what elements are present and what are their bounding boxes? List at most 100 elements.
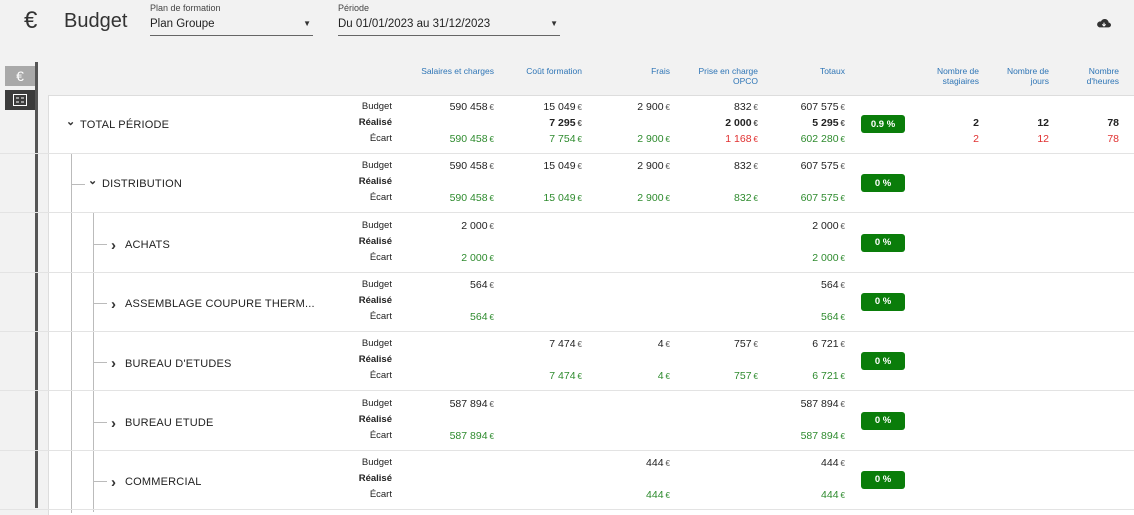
chevron-right-icon[interactable]: › [111,415,125,432]
cell-budget-4: 607 575 € [801,101,845,117]
chevron-down-icon[interactable]: ⌄ [66,115,80,128]
col-salaires: Salaires et charges [421,66,494,76]
period-select[interactable]: Période Du 01/01/2023 au 31/12/2023 ▼ [338,3,560,36]
cell-value: 590 458 [449,160,488,173]
cell-ecart-0: 2 000 € [461,252,494,268]
row-label[interactable]: › BUREAU ETUDE [111,415,214,432]
cell-value: 444 [646,456,664,469]
chevron-right-icon[interactable]: › [111,355,125,372]
cell-budget-3: 757 € [734,338,758,354]
cell-value: 2 000 [812,251,839,264]
col-heures: Nombre d'heures [1086,66,1119,86]
row-label[interactable]: › ASSEMBLAGE COUPURE THERM... [111,296,315,313]
row-label-text: ASSEMBLAGE COUPURE THERM... [125,298,315,311]
currency-unit: € [840,372,845,382]
cell-budget-2: 444 € [646,457,670,473]
cell-realise-3: 2 000 € [725,117,758,133]
percent-badge: 0 % [861,470,905,489]
sub-label-ecart: Écart [369,251,392,263]
cell-value: 564 [821,278,839,291]
tree-branch [93,362,107,364]
row-label[interactable]: › BUREAU D'ETUDES [111,355,232,372]
cell-ecart-1: 7 754 € [549,133,582,149]
currency-unit: € [665,135,670,144]
currency-unit: € [577,340,582,350]
sub-label-ecart: Écart [369,370,392,382]
chevron-down-icon[interactable]: ⌄ [88,174,102,187]
row-label-text: BUREAU D'ETUDES [125,357,232,370]
currency-unit: € [489,253,494,263]
row-label[interactable]: ⌄ TOTAL PÉRIODE [66,115,169,131]
cell-value: 7 474 [549,370,576,383]
col-opco: Prise en charge OPCO [698,66,758,86]
sub-label-budget: Budget [361,101,392,112]
cell-ecart-2: 444 € [646,489,670,505]
cell-value: 6 721 [812,370,839,383]
sub-label-realise: Réalisé [358,354,392,366]
cell-value: 2 900 [637,192,664,205]
col-cout-formation: Coût formation [526,66,582,76]
cell-value: 564 [470,310,488,323]
currency-unit: € [489,431,494,441]
percent-badge: 0 % [861,411,905,430]
period-value[interactable]: Du 01/01/2023 au 31/12/2023 ▼ [338,16,560,36]
currency-unit: € [665,458,670,468]
cell-value: 602 280 [800,133,839,145]
currency-unit: € [753,162,758,172]
cell-ecart-3: 1 168 € [725,133,758,149]
cell-value: 590 458 [449,133,488,145]
row-label[interactable]: › COMMERCIAL [111,474,202,491]
row-label[interactable]: › ACHATS [111,237,170,254]
cell-budget-4: 6 721 € [812,338,845,354]
cloud-download-icon[interactable] [1096,17,1112,31]
cell-value: 15 049 [543,101,576,113]
cell-ecart-4: 602 280 € [801,133,845,149]
currency-unit: € [489,135,494,144]
count-realise-2: 78 [1107,117,1119,129]
percent-badge: 0 % [861,352,905,371]
cell-value: 7 754 [549,133,576,145]
cell-value: 4 [657,338,664,351]
chevron-right-icon[interactable]: › [111,474,125,491]
currency-unit: € [840,431,845,441]
row-label-text: BUREAU ETUDE [125,417,214,429]
cell-value: 1 168 [725,133,752,145]
count-realise-1: 12 [1037,117,1049,129]
cell-value: 587 894 [449,429,488,442]
chevron-right-icon[interactable]: › [111,296,125,313]
row-label-text: DISTRIBUTION [102,177,183,190]
sub-label-realise: Réalisé [358,472,392,484]
cell-ecart-0: 590 458 € [450,192,494,208]
cell-value: 587 894 [449,397,488,410]
cell-value: 15 049 [543,160,576,173]
currency-unit: € [489,103,494,112]
plan-select[interactable]: Plan de formation Plan Groupe ▼ [150,3,313,36]
currency-unit: € [665,162,670,172]
row-label[interactable]: ⌄ DISTRIBUTION [88,174,183,190]
plan-value[interactable]: Plan Groupe ▼ [150,16,313,36]
cell-budget-0: 2 000 € [461,220,494,236]
cell-value: 607 575 [800,101,839,113]
cell-ecart-0: 587 894 € [450,430,494,446]
currency-unit: € [577,103,582,112]
cell-value: 7 474 [549,338,576,351]
table-row: ⌄ TOTAL PÉRIODE Budget 590 458 €15 049 €2 900… [0,95,1134,154]
col-frais: Frais [651,66,670,76]
currency-unit: € [489,399,494,409]
page-title: Budget [64,10,128,32]
currency-unit: € [489,162,494,172]
period-label: Période [338,3,370,13]
currency-unit: € [489,280,494,290]
percent-badge: 0.9 % [861,115,905,133]
chevron-right-icon[interactable]: › [111,237,125,254]
cell-ecart-4: 607 575 € [801,192,845,208]
table-row: › BUREAU ETUDE Budget 587 894 €587 894 € Réali… [0,392,1134,451]
cell-budget-3: 832 € [734,101,758,117]
sub-label-ecart: Écart [369,192,392,204]
cell-budget-1: 15 049 € [543,101,582,117]
currency-unit: € [840,340,845,350]
currency-unit: € [840,119,845,128]
cell-budget-1: 7 474 € [549,338,582,354]
currency-unit: € [753,372,758,382]
currency-unit: € [840,194,845,204]
